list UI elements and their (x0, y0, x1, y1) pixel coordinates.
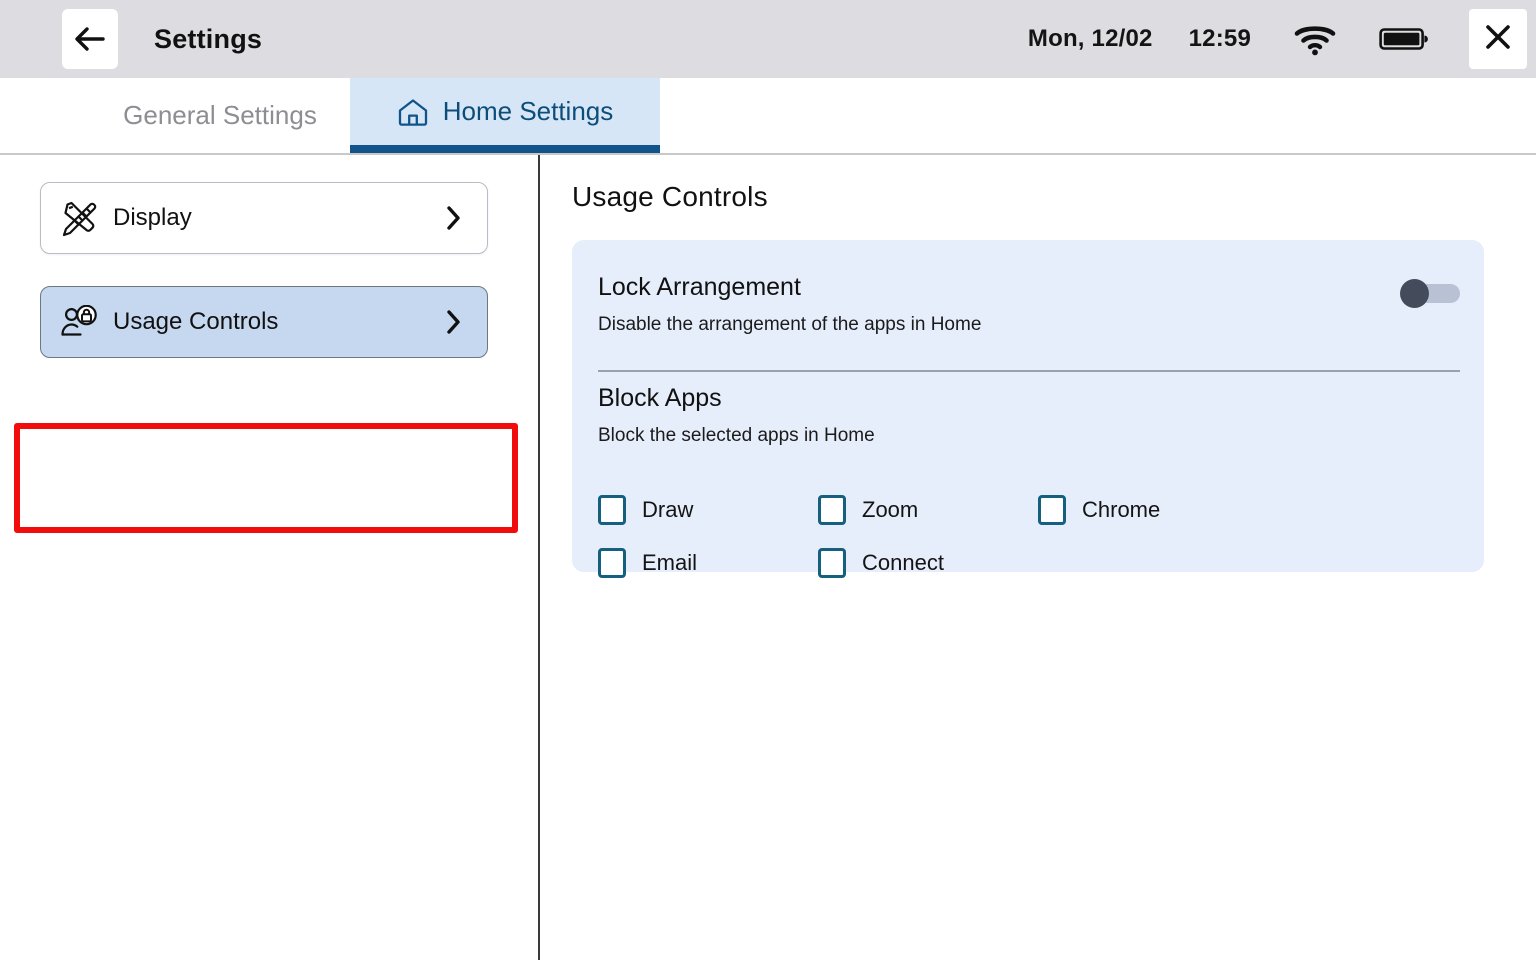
lock-arrangement-description: Disable the arrangement of the apps in H… (598, 314, 1458, 336)
ruler-pencil-icon (59, 199, 99, 237)
settings-sidebar: Display Usage Controls (0, 155, 538, 960)
lock-arrangement-row: Lock Arrangement Disable the arrangement… (598, 273, 1458, 336)
checkbox-draw-label: Draw (642, 497, 693, 523)
card-separator (598, 370, 1460, 372)
checkbox-item-connect[interactable]: Connect (818, 536, 1038, 589)
checkbox-draw[interactable] (598, 495, 626, 525)
status-date: Mon, 12/02 (1028, 25, 1153, 53)
chevron-right-icon (445, 308, 463, 336)
checkbox-item-zoom[interactable]: Zoom (818, 483, 1038, 536)
body-area: Display Usage Controls (0, 155, 1536, 960)
block-apps-row: Block Apps Block the selected apps in Ho… (598, 384, 1460, 447)
checkbox-connect[interactable] (818, 548, 846, 578)
tab-home-settings[interactable]: Home Settings (350, 78, 660, 153)
close-icon (1483, 22, 1513, 57)
sidebar-item-display-label: Display (113, 204, 192, 232)
checkbox-zoom[interactable] (818, 495, 846, 525)
block-apps-title: Block Apps (598, 384, 1460, 413)
settings-card: Lock Arrangement Disable the arrangement… (572, 240, 1484, 572)
app-header: Settings Mon, 12/02 12:59 (0, 0, 1536, 78)
status-bar: Mon, 12/02 12:59 (1028, 0, 1536, 78)
sidebar-item-display[interactable]: Display (40, 182, 488, 254)
sidebar-item-usage-controls-label: Usage Controls (113, 308, 278, 336)
tab-general-settings-label: General Settings (123, 100, 317, 131)
checkbox-chrome[interactable] (1038, 495, 1066, 525)
battery-full-icon (1379, 25, 1429, 53)
settings-tabbar: General Settings Home Settings (0, 78, 1536, 155)
checkbox-item-email[interactable]: Email (598, 536, 818, 589)
usage-controls-panel: Usage Controls Lock Arrangement Disable … (540, 155, 1536, 960)
block-apps-checkbox-grid: Draw Zoom Chrome Email Connect (598, 483, 1460, 589)
toggle-knob (1400, 279, 1429, 308)
wifi-icon (1293, 22, 1337, 56)
close-button[interactable] (1469, 9, 1527, 69)
person-lock-icon (59, 305, 99, 339)
tab-general-settings[interactable]: General Settings (90, 78, 350, 153)
highlight-annotation (14, 423, 518, 533)
block-apps-description: Block the selected apps in Home (598, 425, 1460, 447)
checkbox-zoom-label: Zoom (862, 497, 918, 523)
arrow-left-icon (73, 25, 107, 53)
checkbox-item-chrome[interactable]: Chrome (1038, 483, 1258, 536)
chevron-right-icon (445, 204, 463, 232)
tab-home-settings-label: Home Settings (443, 96, 614, 127)
panel-title: Usage Controls (572, 181, 768, 213)
status-time: 12:59 (1189, 25, 1251, 53)
checkbox-email[interactable] (598, 548, 626, 578)
page-title: Settings (154, 24, 262, 55)
checkbox-connect-label: Connect (862, 550, 944, 576)
sidebar-item-usage-controls[interactable]: Usage Controls (40, 286, 488, 358)
checkbox-item-draw[interactable]: Draw (598, 483, 818, 536)
checkbox-chrome-label: Chrome (1082, 497, 1160, 523)
back-button[interactable] (62, 9, 118, 69)
lock-arrangement-toggle[interactable] (1400, 279, 1460, 307)
checkbox-email-label: Email (642, 550, 697, 576)
lock-arrangement-title: Lock Arrangement (598, 273, 1458, 302)
home-icon (397, 97, 429, 127)
